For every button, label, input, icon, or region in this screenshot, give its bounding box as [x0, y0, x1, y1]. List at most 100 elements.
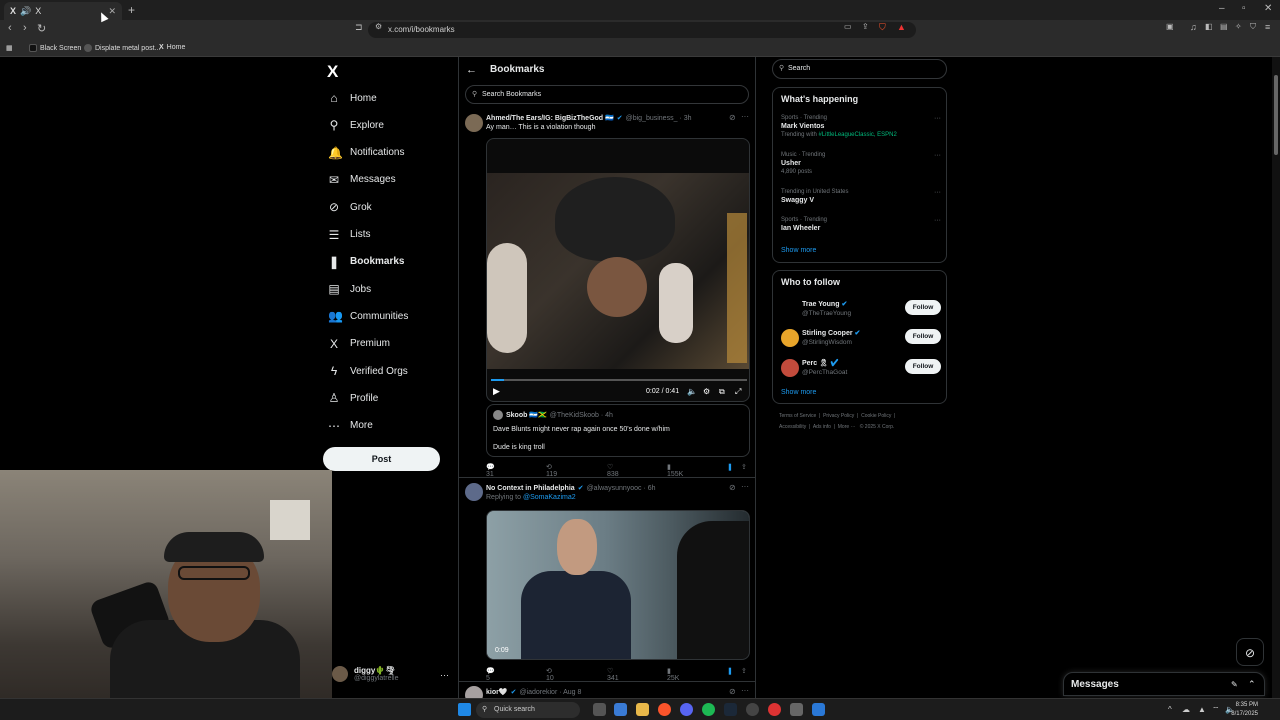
- tweet-more-icon[interactable]: ···: [741, 686, 749, 695]
- vpn-icon[interactable]: ⛉: [1250, 22, 1256, 32]
- trend-item[interactable]: Sports · Trending Mark Vientos Trending …: [781, 115, 941, 138]
- bookmark-home[interactable]: X Home: [159, 44, 185, 51]
- search-bookmarks-input[interactable]: ⚲ Search Bookmarks: [465, 85, 749, 104]
- restore-icon[interactable]: ▫: [1242, 3, 1246, 14]
- forward-icon[interactable]: ›: [23, 22, 27, 34]
- trend-more-icon[interactable]: ···: [934, 115, 941, 122]
- views-button[interactable]: ▮ 25K: [667, 667, 679, 682]
- follow-button[interactable]: Follow: [905, 300, 941, 315]
- sidebar-toggle-icon[interactable]: ▣: [1166, 22, 1174, 31]
- trend-link[interactable]: #LittleLeagueClassic, ESPN2: [818, 132, 896, 138]
- app-icon[interactable]: [768, 703, 781, 716]
- footer-link[interactable]: Terms of Service: [779, 413, 816, 419]
- tweet-handle[interactable]: @alwaysunnyooc · 6h: [587, 485, 656, 492]
- rewards-icon[interactable]: ▲: [897, 22, 906, 32]
- trend-more-icon[interactable]: ···: [934, 217, 941, 224]
- tweet-author[interactable]: No Context in Philadelphia: [486, 485, 575, 492]
- fullscreen-icon[interactable]: ⤢: [735, 387, 741, 397]
- follow-suggestion[interactable]: Trae Young ✔ @TheTraeYoung Follow: [781, 298, 941, 322]
- reply-button[interactable]: 💬 31: [486, 463, 495, 478]
- footer-link[interactable]: More ···: [838, 424, 856, 430]
- video-player[interactable]: ▶ 0:02 / 0:41 🔈 ⚙ ⧉ ⤢: [486, 138, 750, 402]
- expand-icon[interactable]: ⌃: [1248, 679, 1256, 690]
- wallet-icon[interactable]: ▤: [1220, 22, 1228, 31]
- pip-icon[interactable]: ⧉: [719, 387, 725, 397]
- like-button[interactable]: ♡ 341: [607, 667, 619, 682]
- steam-icon[interactable]: [724, 703, 737, 716]
- reply-button[interactable]: 💬 5: [486, 667, 495, 682]
- show-more-link[interactable]: Show more: [781, 389, 816, 396]
- tray-chevron-icon[interactable]: ^: [1168, 705, 1172, 714]
- window-close-icon[interactable]: ✕: [1264, 3, 1272, 14]
- bookmark-displate[interactable]: Displate metal post...: [84, 44, 160, 52]
- share-icon[interactable]: ⇪: [862, 22, 869, 31]
- nav-item-notifications[interactable]: 🔔 Notifications: [328, 145, 404, 161]
- file-explorer-icon[interactable]: [636, 703, 649, 716]
- trend-item[interactable]: Music · Trending Usher 4,890 posts ···: [781, 152, 941, 175]
- nav-item-home[interactable]: ⌂ Home: [328, 90, 376, 106]
- scrollbar-thumb[interactable]: [1274, 75, 1278, 155]
- site-info-icon[interactable]: ⚙: [375, 22, 382, 31]
- back-icon[interactable]: ‹: [8, 22, 12, 34]
- grok-float-icon[interactable]: ⊘: [1236, 638, 1264, 666]
- share-icon[interactable]: ⇪: [741, 463, 747, 471]
- taskbar-clock[interactable]: 8:35 PM 8/17/2025: [1231, 701, 1258, 719]
- tray-app-icon[interactable]: ☁: [1182, 705, 1190, 714]
- bookmark-black-screen[interactable]: Black Screen: [29, 44, 81, 52]
- reload-icon[interactable]: ↻: [37, 22, 46, 35]
- like-button[interactable]: ♡ 838: [607, 463, 619, 478]
- nav-item-profile[interactable]: ♙ Profile: [328, 390, 379, 406]
- video-progress-track[interactable]: [491, 379, 747, 381]
- task-view-icon[interactable]: [593, 703, 606, 716]
- follow-suggestion[interactable]: Perc 🎗 ✔ @PercThaGoat Follow: [781, 357, 941, 381]
- grok-icon[interactable]: ⊘: [729, 687, 736, 696]
- brave-shield-icon[interactable]: ⛉: [879, 22, 886, 33]
- footer-link[interactable]: Privacy Policy: [823, 413, 854, 419]
- trend-more-icon[interactable]: ···: [934, 152, 941, 159]
- tweet-handle[interactable]: @iadorekior · Aug 8: [519, 689, 581, 696]
- search-input[interactable]: ⚲ Search: [772, 59, 947, 79]
- trend-item[interactable]: Sports · Trending Ian Wheeler ···: [781, 217, 941, 232]
- new-message-icon[interactable]: ✎: [1231, 680, 1238, 689]
- bookmark-filled-icon[interactable]: ❚: [727, 667, 733, 675]
- nav-item-more[interactable]: ⋯ More: [328, 418, 373, 434]
- spotify-icon[interactable]: [702, 703, 715, 716]
- url-field[interactable]: x.com/i/bookmarks: [368, 22, 916, 38]
- quoted-tweet[interactable]: Skoob 🇳🇮🇯🇲 @TheKidSkoob · 4h Dave Blunts…: [486, 404, 750, 457]
- avatar[interactable]: [465, 483, 483, 501]
- settings-icon[interactable]: [790, 703, 803, 716]
- follow-suggestion[interactable]: Stirling Cooper ✔ @StirlingWisdom Follow: [781, 327, 941, 351]
- footer-link[interactable]: Accessibility: [779, 424, 806, 430]
- post-button[interactable]: Post: [323, 447, 440, 471]
- app-icon[interactable]: [812, 703, 825, 716]
- cast-icon[interactable]: ▭: [844, 22, 852, 31]
- show-more-link[interactable]: Show more: [781, 247, 816, 254]
- apps-grid-icon[interactable]: ▦: [6, 44, 13, 52]
- tweet-more-icon[interactable]: ···: [741, 482, 749, 491]
- taskbar-search[interactable]: ⚲ Quick search: [476, 702, 580, 718]
- play-icon[interactable]: ▶: [493, 386, 500, 397]
- tweet-author[interactable]: Ahmed/The Ears/IG: BigBizTheGod 🇳🇮: [486, 114, 614, 122]
- footer-link[interactable]: Cookie Policy: [861, 413, 891, 419]
- tab-close-icon[interactable]: ✕: [108, 6, 116, 17]
- account-more-icon[interactable]: ···: [440, 670, 449, 680]
- network-icon[interactable]: ⌔: [1212, 705, 1220, 715]
- volume-icon[interactable]: 🔈: [687, 387, 697, 396]
- minimize-icon[interactable]: –: [1219, 3, 1225, 14]
- share-icon[interactable]: ⇪: [741, 667, 747, 675]
- nav-item-jobs[interactable]: ▤ Jobs: [328, 281, 371, 297]
- widgets-icon[interactable]: [614, 703, 627, 716]
- tweet-handle[interactable]: @big_business_ · 3h: [626, 115, 692, 122]
- video-player[interactable]: 0:09: [486, 510, 750, 660]
- nav-item-explore[interactable]: ⚲ Explore: [328, 117, 384, 133]
- nav-item-messages[interactable]: ✉ Messages: [328, 172, 396, 188]
- new-tab-button[interactable]: +: [128, 3, 135, 17]
- windows-start-icon[interactable]: [458, 703, 471, 716]
- avatar[interactable]: [465, 114, 483, 132]
- leo-icon[interactable]: ✧: [1235, 22, 1242, 31]
- music-icon[interactable]: ♫: [1190, 22, 1197, 32]
- menu-icon[interactable]: ≡: [1265, 22, 1270, 32]
- views-button[interactable]: ▮ 155K: [667, 463, 683, 478]
- bookmark-page-icon[interactable]: ⊐: [355, 22, 363, 33]
- nav-item-verified-orgs[interactable]: ϟ Verified Orgs: [328, 363, 408, 379]
